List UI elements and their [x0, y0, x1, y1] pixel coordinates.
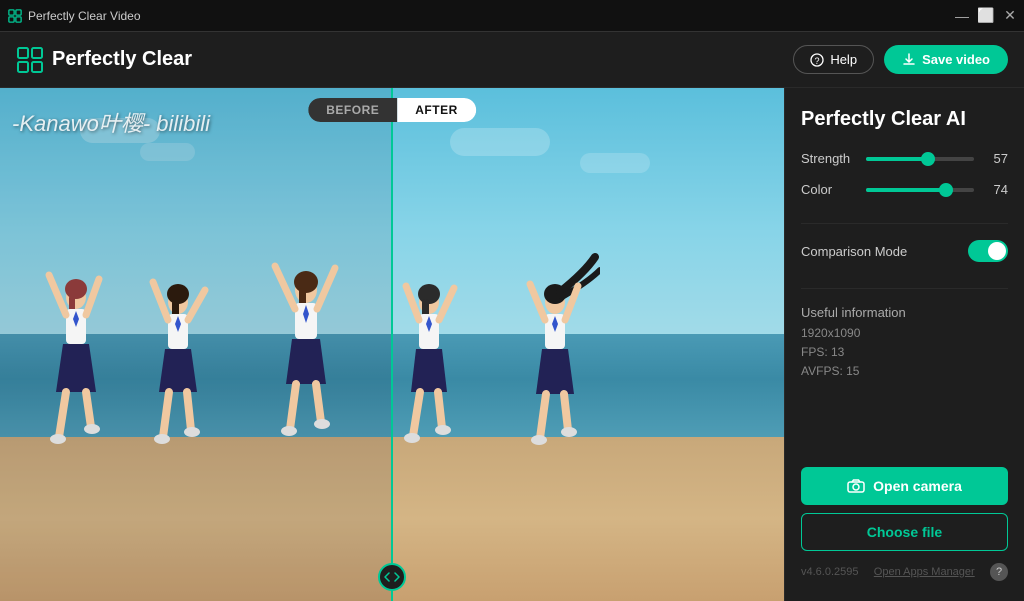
- dancer-1: [31, 237, 121, 457]
- watermark: -Kanawo叶樱- bilibili: [12, 106, 210, 138]
- version-text: v4.6.0.2595: [801, 566, 859, 578]
- strength-slider-row: Strength 57: [801, 151, 1008, 166]
- titlebar-controls: — ⬜ ✕: [956, 10, 1016, 22]
- color-slider-row: Color 74: [801, 182, 1008, 197]
- fps-info: FPS: 13: [801, 343, 1008, 362]
- dancer-2: [133, 242, 223, 457]
- strength-thumb[interactable]: [921, 152, 935, 166]
- titlebar-left: Perfectly Clear Video: [8, 9, 141, 23]
- toggle-knob: [988, 242, 1006, 260]
- resolution-info: 1920x1090: [801, 324, 1008, 343]
- help-button[interactable]: ? Help: [793, 45, 874, 74]
- help-circle-button[interactable]: ?: [990, 563, 1008, 581]
- before-after-toggle: BEFORE AFTER: [308, 98, 476, 122]
- choose-file-button[interactable]: Choose file: [801, 513, 1008, 551]
- topbar-buttons: ? Help Save video: [793, 45, 1008, 74]
- dancer-4: [384, 242, 474, 457]
- comparison-divider-handle[interactable]: [378, 563, 406, 591]
- comparison-divider-line: [391, 88, 393, 601]
- video-area: BEFORE AFTER -Kanawo叶樱- bilibili: [0, 88, 784, 601]
- color-fill: [866, 188, 946, 192]
- avfps-info: AVFPS: 15: [801, 362, 1008, 381]
- color-label: Color: [801, 182, 856, 197]
- strength-slider[interactable]: [866, 157, 974, 161]
- strength-label: Strength: [801, 151, 856, 166]
- strength-track: [866, 157, 974, 161]
- titlebar: Perfectly Clear Video — ⬜ ✕: [0, 0, 1024, 32]
- svg-text:?: ?: [815, 56, 820, 66]
- comparison-mode-toggle[interactable]: [968, 240, 1008, 262]
- useful-info-title: Useful information: [801, 305, 1008, 320]
- before-button[interactable]: BEFORE: [308, 98, 397, 122]
- comparison-mode-label: Comparison Mode: [801, 244, 907, 259]
- cloud-4: [580, 153, 650, 173]
- main-content: BEFORE AFTER -Kanawo叶樱- bilibili: [0, 88, 1024, 601]
- apps-manager-link[interactable]: Open Apps Manager: [874, 566, 975, 578]
- panel-footer: v4.6.0.2595 Open Apps Manager ?: [801, 559, 1008, 581]
- app-icon: [8, 9, 22, 23]
- dancer-5: [510, 242, 600, 457]
- dancer-3: [259, 232, 354, 457]
- strength-fill: [866, 157, 928, 161]
- color-value: 74: [984, 182, 1008, 197]
- comparison-mode-row: Comparison Mode: [801, 240, 1008, 262]
- panel-spacer: [801, 398, 1008, 467]
- titlebar-title: Perfectly Clear Video: [28, 9, 141, 23]
- open-camera-button[interactable]: Open camera: [801, 467, 1008, 505]
- save-video-button[interactable]: Save video: [884, 45, 1008, 74]
- minimize-button[interactable]: —: [956, 10, 968, 22]
- help-icon: ?: [810, 53, 824, 67]
- logo: Perfectly Clear: [16, 46, 192, 74]
- color-thumb[interactable]: [939, 183, 953, 197]
- topbar: Perfectly Clear ? Help Save video: [0, 32, 1024, 88]
- camera-icon: [847, 479, 865, 493]
- cloud-3: [450, 128, 550, 156]
- logo-text: Perfectly Clear: [52, 48, 192, 71]
- video-frame: -Kanawo叶樱- bilibili: [0, 88, 784, 601]
- logo-icon: [16, 46, 44, 74]
- chevron-lr-icon: [384, 569, 400, 585]
- side-panel: Perfectly Clear AI Strength 57 Color 74: [784, 88, 1024, 601]
- color-slider[interactable]: [866, 188, 974, 192]
- panel-divider-2: [801, 288, 1008, 289]
- after-button[interactable]: AFTER: [397, 98, 476, 122]
- download-icon: [902, 53, 916, 67]
- useful-info-section: Useful information 1920x1090 FPS: 13 AVF…: [801, 305, 1008, 382]
- close-button[interactable]: ✕: [1004, 10, 1016, 22]
- panel-divider-1: [801, 223, 1008, 224]
- panel-title: Perfectly Clear AI: [801, 108, 1008, 131]
- color-track: [866, 188, 974, 192]
- maximize-button[interactable]: ⬜: [980, 10, 992, 22]
- strength-value: 57: [984, 151, 1008, 166]
